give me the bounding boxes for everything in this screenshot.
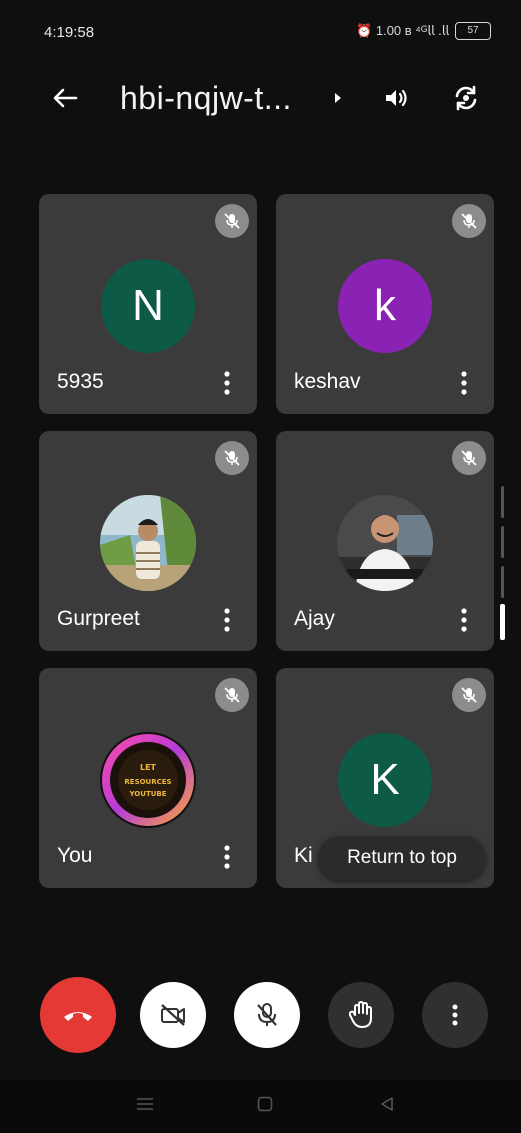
participant-menu-button[interactable] (217, 368, 237, 398)
status-indicators: ⏰ 1.00 ʙ ⁴ᴳ𝗅𝗅 .𝗅𝗅 (356, 23, 449, 38)
logo-text-2: RESOURCES (124, 778, 171, 786)
scroll-indicator[interactable] (500, 486, 506, 640)
participant-menu-button[interactable] (454, 605, 474, 635)
meeting-code-title[interactable]: hbi-nqjw-t... (120, 78, 292, 118)
participant-tile[interactable]: k keshav (276, 194, 494, 414)
home-button[interactable] (250, 1092, 280, 1116)
battery-icon: 57 (455, 22, 491, 40)
participant-name: Gurpreet (57, 607, 140, 630)
participant-menu-button[interactable] (217, 605, 237, 635)
camera-toggle-button[interactable] (140, 982, 206, 1048)
avatar-photo (100, 495, 196, 591)
switch-camera-icon (455, 85, 477, 111)
participant-tile[interactable]: Ajay (276, 431, 494, 651)
participant-menu-button[interactable] (217, 842, 237, 872)
mic-off-icon (215, 204, 249, 238)
return-to-top-button[interactable]: Return to top (318, 836, 486, 880)
call-controls (0, 972, 521, 1062)
avatar: k (338, 259, 432, 353)
participant-menu-button[interactable] (454, 368, 474, 398)
switch-camera-button[interactable] (446, 78, 486, 118)
participant-name: Ajay (294, 607, 335, 630)
more-vert-icon (461, 608, 467, 632)
nav-back-button[interactable] (372, 1092, 402, 1116)
recents-button[interactable] (130, 1092, 160, 1116)
more-vert-icon (452, 1004, 458, 1026)
mic-off-icon (452, 441, 486, 475)
mic-off-icon (452, 204, 486, 238)
participant-name: Ki (294, 844, 313, 867)
arrow-left-icon (53, 88, 78, 108)
status-bar: 4:19:58 ⏰ 1.00 ʙ ⁴ᴳ𝗅𝗅 .𝗅𝗅 57 (0, 0, 521, 62)
more-vert-icon (224, 371, 230, 395)
more-vert-icon (224, 845, 230, 869)
avatar: K (338, 733, 432, 827)
participant-name: 5935 (57, 370, 104, 393)
scroll-thumb[interactable] (500, 604, 505, 640)
more-vert-icon (224, 608, 230, 632)
participant-tile[interactable]: Gurpreet (39, 431, 257, 651)
back-button[interactable] (45, 78, 85, 118)
status-icons: ⏰ 1.00 ʙ ⁴ᴳ𝗅𝗅 .𝗅𝗅 57 (356, 22, 491, 40)
mic-off-icon (215, 678, 249, 712)
raise-hand-button[interactable] (328, 982, 394, 1048)
meeting-header: hbi-nqjw-t... (0, 70, 521, 126)
avatar-logo: LET RESOURCES YOUTUBE (100, 732, 196, 828)
home-icon (257, 1096, 273, 1112)
back-triangle-icon (381, 1097, 393, 1111)
participant-name: keshav (294, 370, 361, 393)
camera-off-icon (161, 1004, 185, 1026)
participant-tile[interactable]: LET RESOURCES YOUTUBE You (39, 668, 257, 888)
more-vert-icon (461, 371, 467, 395)
audio-output-button[interactable] (376, 78, 416, 118)
raise-hand-icon (349, 1001, 372, 1028)
mic-off-icon (452, 678, 486, 712)
mic-off-icon (257, 1003, 277, 1026)
logo-text-1: LET (140, 763, 157, 772)
logo-text-3: YOUTUBE (128, 790, 166, 798)
system-nav-bar (0, 1080, 521, 1133)
speaker-icon (386, 89, 407, 107)
avatar-photo (337, 495, 433, 591)
menu-icon (137, 1098, 153, 1110)
avatar: N (101, 259, 195, 353)
mic-toggle-button[interactable] (234, 982, 300, 1048)
phone-hangup-icon (64, 1012, 92, 1021)
mic-off-icon (215, 441, 249, 475)
participant-tile[interactable]: N 5935 (39, 194, 257, 414)
hang-up-button[interactable] (40, 977, 116, 1053)
caret-right-icon[interactable] (334, 92, 342, 104)
participant-name: You (57, 844, 93, 867)
status-time: 4:19:58 (44, 24, 95, 41)
more-options-button[interactable] (422, 982, 488, 1048)
